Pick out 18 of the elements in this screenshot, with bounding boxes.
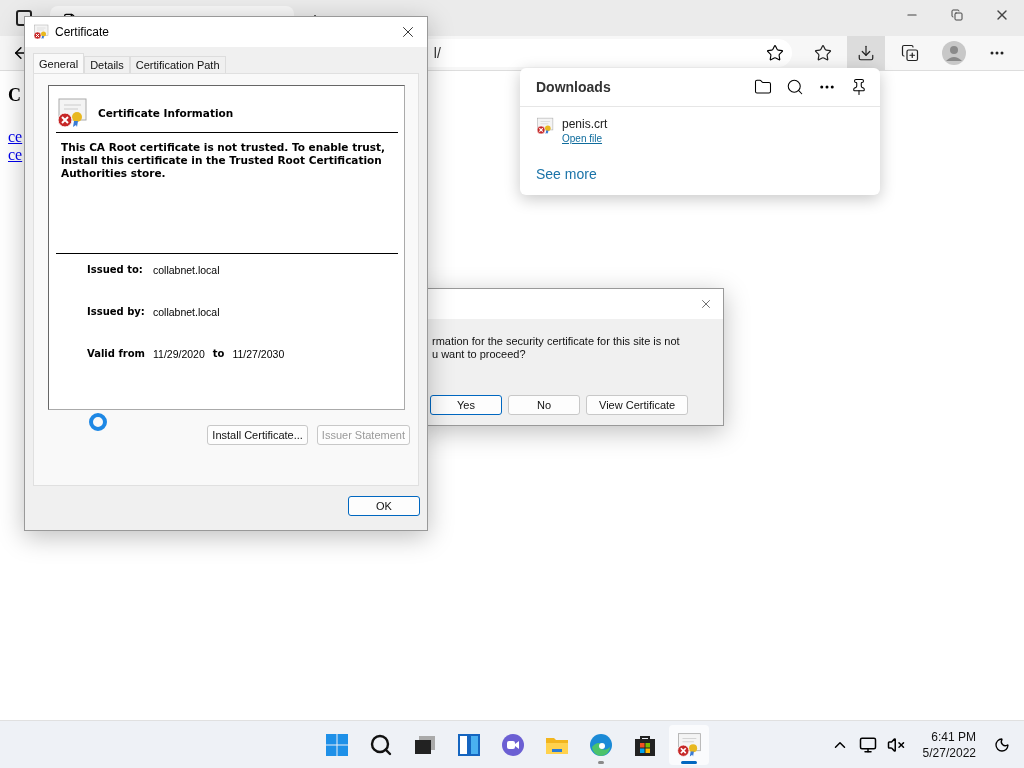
clock-time: 6:41 PM: [931, 728, 976, 745]
dialog-message: u want to proceed?: [432, 348, 527, 360]
field-label: to: [212, 348, 225, 359]
clock-date: 5/27/2022: [922, 744, 976, 761]
field-value: 11/29/2020: [153, 348, 205, 360]
trust-message: This CA Root certificate is not trusted. To enable trust, install this certificate in the Trusted Root Certification Authorities store.: [56, 133, 398, 254]
page-heading: C: [8, 85, 21, 106]
file-name: penis.crt: [562, 117, 608, 131]
panel-title: Downloads: [536, 79, 612, 95]
dialog-message: rmation for the security certificate for this site is not: [432, 335, 681, 347]
window-title: Certificate: [55, 25, 111, 39]
field-value: collabnet.local: [153, 264, 220, 276]
field-label: Valid from: [87, 348, 145, 359]
field-value: 11/27/2030: [232, 348, 285, 360]
field-label: Issued to:: [87, 264, 144, 275]
field-label: Issued by:: [87, 306, 145, 317]
info-heading: Certificate Information: [98, 107, 234, 119]
field-value: collabnet.local: [153, 306, 220, 318]
